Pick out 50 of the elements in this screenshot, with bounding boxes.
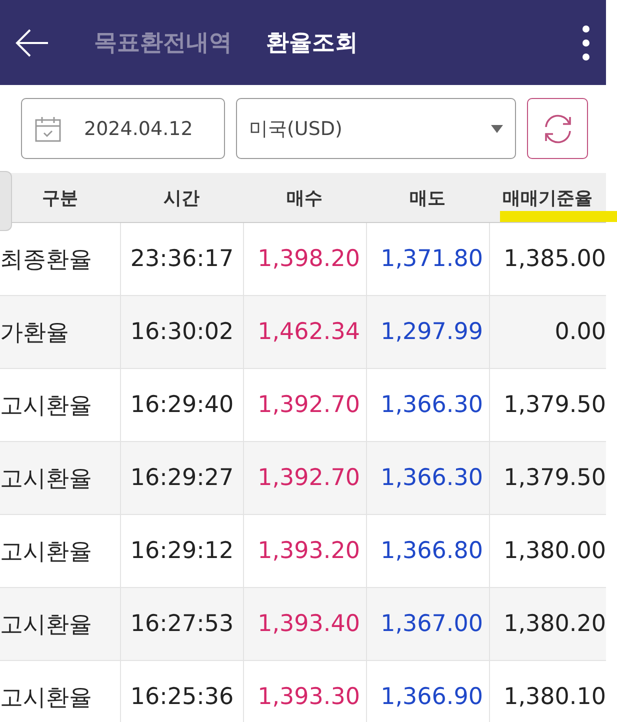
- table-cell: 1,379.50: [489, 369, 606, 441]
- table-cell-text: 가환율: [0, 318, 70, 348]
- table-cell: 1,393.30: [243, 661, 366, 722]
- more-menu-icon[interactable]: [582, 24, 590, 60]
- refresh-button[interactable]: [527, 98, 588, 159]
- currency-dropdown[interactable]: 미국(USD): [236, 98, 516, 159]
- table-cell: 16:29:27: [120, 442, 243, 514]
- column-header: 매도: [410, 186, 446, 210]
- table-cell: 1,366.80: [366, 515, 489, 587]
- table-cell-text: 고시환율: [0, 392, 93, 420]
- table-cell: 1,393.20: [243, 515, 366, 587]
- date-field[interactable]: 2024.04.12: [21, 98, 225, 159]
- table-cell: 1,380.10: [489, 661, 606, 722]
- table-cell: 16:30:02: [120, 296, 243, 368]
- column-header: 구분: [42, 186, 78, 210]
- table-cell: 1,371.80: [366, 223, 489, 295]
- dropdown-caret-icon: [491, 124, 503, 132]
- table-cell: 1,366.30: [366, 369, 489, 441]
- calendar-icon: [34, 114, 62, 142]
- column-header: 매매기준율: [502, 186, 592, 210]
- table-cell-text: 고시환율: [0, 538, 93, 566]
- table-cell: 1,398.20: [243, 223, 366, 295]
- header-tab[interactable]: 목표환전내역: [94, 27, 232, 58]
- table-cell: 1,366.90: [366, 661, 489, 722]
- table-cell: 16:29:12: [120, 515, 243, 587]
- column-header: 시간: [164, 186, 200, 210]
- table-cell: 1,297.99: [366, 296, 489, 368]
- table-cell: 1,385.00: [489, 223, 606, 295]
- table-cell: 1,392.70: [243, 369, 366, 441]
- table-cell-text: 고시환율: [0, 610, 93, 640]
- table-cell: 1,380.00: [489, 515, 606, 587]
- table-cell: 16:25:36: [120, 661, 243, 722]
- table-cell: 16:29:40: [120, 369, 243, 441]
- side-handle[interactable]: [0, 171, 12, 231]
- column-header: 매수: [286, 186, 322, 210]
- back-arrow-icon[interactable]: [14, 28, 50, 58]
- table-cell-text: 고시환율: [0, 464, 93, 494]
- table-cell-text: 최종환율: [0, 246, 93, 274]
- table-cell: 1,379.50: [489, 442, 606, 514]
- table-cell: 1,392.70: [243, 442, 366, 514]
- table-cell: 1,367.00: [366, 588, 489, 660]
- table-cell: 16:27:53: [120, 588, 243, 660]
- table-cell: 1,462.34: [243, 296, 366, 368]
- table-cell-text: 고시환율: [0, 684, 93, 712]
- table-cell: 0.00: [489, 296, 606, 368]
- header-tab[interactable]: 환율조회: [266, 27, 358, 58]
- table-cell: 23:36:17: [120, 223, 243, 295]
- table-cell: 1,380.20: [489, 588, 606, 660]
- table-cell: 1,366.30: [366, 442, 489, 514]
- table-cell: 1,393.40: [243, 588, 366, 660]
